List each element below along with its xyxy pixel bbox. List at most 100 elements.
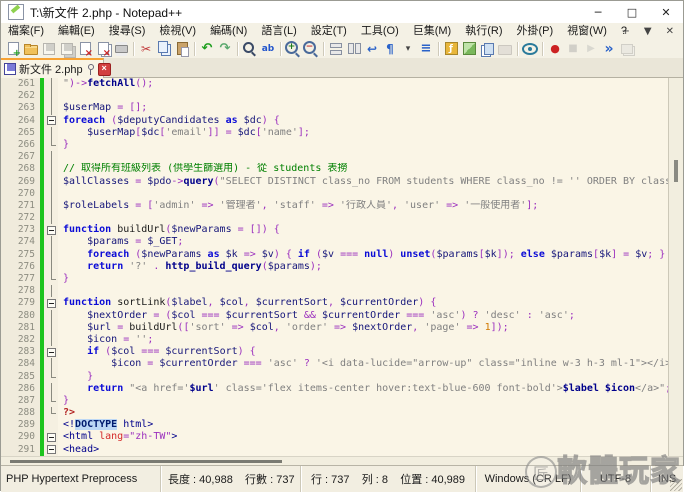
document-map-button[interactable] [460, 40, 478, 58]
code-area[interactable]: 261")->fetchAll();262263$userMap = [];26… [1, 78, 668, 456]
status-encoding[interactable]: UTF-8 [581, 466, 651, 492]
menu-item-tools[interactable]: 工具(O) [354, 23, 406, 39]
code-text[interactable]: ")->fetchAll(); [58, 78, 668, 90]
sync-vertical-scroll-button[interactable] [327, 40, 345, 58]
zoom-in-button[interactable] [284, 40, 302, 58]
code-text[interactable]: return '?' . http_build_query($params); [58, 261, 668, 273]
menu-item-run[interactable]: 執行(R) [458, 23, 509, 39]
code-text[interactable]: ?> [58, 407, 668, 419]
find-button[interactable] [241, 40, 259, 58]
close-tab-button[interactable]: ✕ [663, 26, 677, 37]
fold-collapse-icon[interactable] [44, 444, 58, 456]
macro-record-button[interactable] [546, 40, 564, 58]
line-number: 263 [1, 102, 40, 114]
menu-item-language[interactable]: 語言(L) [254, 23, 303, 39]
menu-item-settings[interactable]: 設定(T) [304, 23, 354, 39]
code-text[interactable]: $url = buildUrl(['sort' => $col, 'order'… [58, 322, 668, 334]
code-text[interactable]: function buildUrl($newParams = []) { [58, 224, 668, 236]
code-text[interactable]: $userMap[$dc['email']] = $dc['name']; [58, 127, 668, 139]
zoom-out-button[interactable] [302, 40, 320, 58]
macro-play-button [582, 40, 600, 58]
fold-margin [44, 261, 58, 273]
tab-list-dropdown-icon[interactable]: ▼ [641, 26, 655, 37]
code-text[interactable]: <html lang="zh-TW"> [58, 431, 668, 443]
horizontal-scrollbar-thumb[interactable] [10, 460, 282, 463]
code-text[interactable]: $allClasses = $pdo->query("SELECT DISTIN… [58, 176, 668, 188]
redo-button[interactable] [216, 40, 234, 58]
menu-item-edit[interactable]: 編輯(E) [51, 23, 102, 39]
macro-run-multiple-button[interactable] [600, 40, 618, 58]
code-text[interactable]: $userMap = []; [58, 102, 668, 114]
code-text[interactable]: function sortLink($label, $col, $current… [58, 297, 668, 309]
close-button[interactable]: ✕ [649, 1, 683, 23]
fold-collapse-icon[interactable] [44, 346, 58, 358]
pin-icon[interactable] [86, 64, 95, 75]
code-text[interactable]: <head> [58, 444, 668, 456]
undo-button[interactable] [198, 40, 216, 58]
print-button[interactable] [112, 40, 130, 58]
vertical-scrollbar[interactable] [668, 78, 683, 456]
menu-item-macro[interactable]: 巨集(M) [406, 23, 459, 39]
show-all-characters-dropdown-button[interactable] [399, 40, 417, 58]
indent-guide-button[interactable] [417, 40, 435, 58]
code-text[interactable]: if ($col === $currentSort) { [58, 346, 668, 358]
document-list-icon [479, 41, 495, 57]
horizontal-scrollbar[interactable] [1, 456, 683, 465]
function-list-button[interactable] [442, 40, 460, 58]
code-text[interactable]: $roleLabels = ['admin' => '管理者', 'staff'… [58, 200, 668, 212]
code-text[interactable]: foreach ($deputyCandidates as $dc) { [58, 115, 668, 127]
close-file-button[interactable] [76, 40, 94, 58]
show-all-characters-dropdown-icon [404, 41, 412, 57]
open-file-button[interactable] [22, 40, 40, 58]
code-text[interactable] [58, 212, 668, 224]
fold-collapse-icon[interactable] [44, 431, 58, 443]
code-text[interactable]: $nextOrder = ($col === $currentSort && $… [58, 310, 668, 322]
document-list-button[interactable] [478, 40, 496, 58]
code-text[interactable]: } [58, 395, 668, 407]
maximize-button[interactable]: □ [615, 1, 649, 23]
code-text[interactable]: $icon = $currentOrder === 'asc' ? '<i da… [58, 358, 668, 370]
saved-floppy-icon [4, 63, 16, 75]
cut-button[interactable] [137, 40, 155, 58]
replace-icon [260, 41, 276, 57]
menu-item-search[interactable]: 搜尋(S) [102, 23, 153, 39]
tab-new-file-2[interactable]: 新文件 2.php × [1, 58, 104, 78]
tab-close-icon[interactable]: × [98, 63, 111, 76]
close-all-button[interactable] [94, 40, 112, 58]
vertical-scrollbar-thumb[interactable] [674, 160, 678, 182]
show-all-characters-button[interactable] [381, 40, 399, 58]
menu-item-encoding[interactable]: 編碼(N) [203, 23, 254, 39]
copy-button[interactable] [155, 40, 173, 58]
code-text[interactable]: $icon = ''; [58, 334, 668, 346]
code-text[interactable]: $params = $_GET; [58, 236, 668, 248]
fold-collapse-icon[interactable] [44, 115, 58, 127]
status-eol-format[interactable]: Windows (CR LF) [476, 466, 581, 492]
sync-horizontal-scroll-button[interactable] [345, 40, 363, 58]
code-text[interactable]: <!DOCTYPE html> [58, 419, 668, 431]
replace-button[interactable] [259, 40, 277, 58]
code-text[interactable]: // 取得所有班級列表 (供學生篩選用) - 從 students 表撈 [58, 163, 668, 175]
menu-item-view[interactable]: 檢視(V) [152, 23, 203, 39]
code-text[interactable]: } [58, 371, 668, 383]
fold-collapse-icon[interactable] [44, 297, 58, 309]
minimize-button[interactable]: ─ [581, 1, 615, 23]
menu-item-plugins[interactable]: 外掛(P) [510, 23, 561, 39]
word-wrap-button[interactable] [363, 40, 381, 58]
code-text[interactable] [58, 188, 668, 200]
line-number: 278 [1, 285, 40, 297]
menu-item-file[interactable]: 檔案(F) [1, 23, 51, 39]
monitoring-button[interactable] [521, 40, 539, 58]
new-tab-button[interactable]: + [619, 26, 633, 37]
resize-grip[interactable] [670, 479, 682, 491]
code-text[interactable] [58, 151, 668, 163]
code-text[interactable] [58, 285, 668, 297]
new-file-button[interactable] [4, 40, 22, 58]
menu-item-window[interactable]: 視窗(W) [560, 23, 614, 39]
fold-collapse-icon[interactable] [44, 224, 58, 236]
code-text[interactable]: foreach ($newParams as $k => $v) { if ($… [58, 249, 668, 261]
code-text[interactable]: } [58, 139, 668, 151]
paste-button[interactable] [173, 40, 191, 58]
code-text[interactable]: } [58, 273, 668, 285]
code-text[interactable] [58, 90, 668, 102]
code-text[interactable]: return "<a href='$url' class='flex items… [58, 383, 668, 395]
